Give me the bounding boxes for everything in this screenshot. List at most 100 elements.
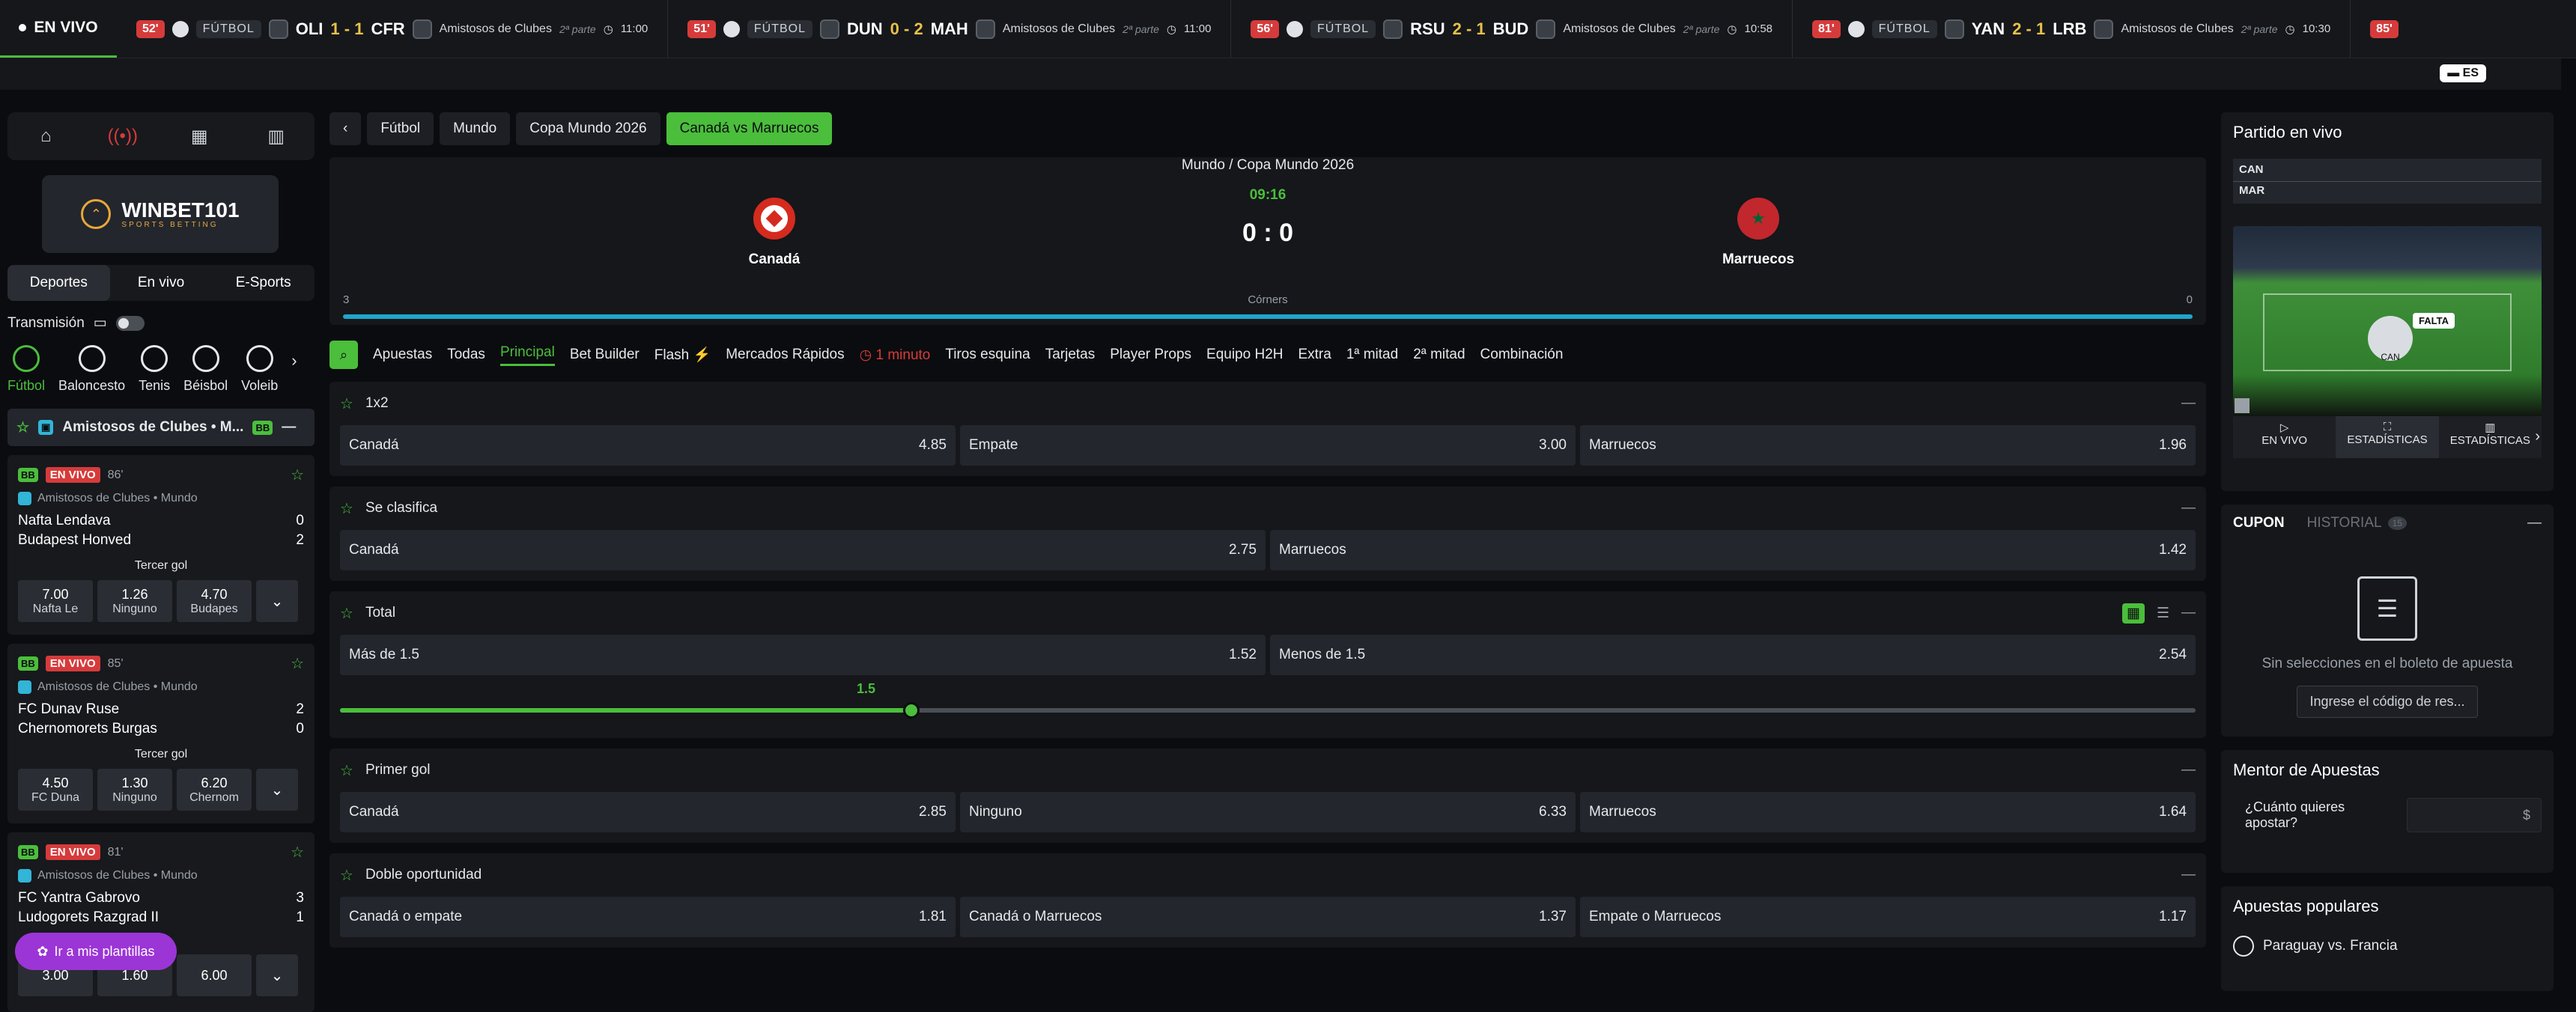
breadcrumb-competition[interactable]: Copa Mundo 2026 (516, 112, 660, 145)
tab-esports[interactable]: E-Sports (212, 265, 315, 301)
chevron-down-icon[interactable]: ⌄ (256, 580, 298, 622)
grid-view-icon[interactable]: ▦ (2122, 603, 2145, 624)
stats-icon[interactable]: ▥ (254, 126, 299, 147)
tab-player-props[interactable]: Player Props (1110, 347, 1191, 363)
star-icon[interactable]: ☆ (340, 394, 353, 413)
tab-tarjetas[interactable]: Tarjetas (1045, 347, 1096, 363)
sport-tenis[interactable]: Tenis (139, 345, 170, 394)
tab-todas[interactable]: Todas (447, 347, 485, 363)
chevron-down-icon[interactable]: ⌄ (256, 954, 298, 996)
popular-item[interactable]: Paraguay vs. Francia (2233, 936, 2542, 957)
templates-button[interactable]: ✿ Ir a mis plantillas (15, 933, 177, 970)
star-icon[interactable]: ☆ (291, 466, 304, 484)
selection-button[interactable]: Más de 1.5 1.52 (340, 635, 1266, 675)
tab-estadisticas[interactable]: ⛶ ESTADÍSTICAS (2336, 416, 2439, 458)
odd-button[interactable]: 4.70 Budapes (177, 580, 252, 622)
collapse-icon[interactable]: — (2527, 515, 2542, 531)
tab-historial[interactable]: HISTORIAL 15 (2307, 515, 2407, 531)
breadcrumb-region[interactable]: Mundo (440, 112, 511, 145)
chevron-right-icon[interactable]: › (2535, 428, 2540, 445)
tab-apuestas[interactable]: Apuestas (373, 347, 432, 363)
slider-handle[interactable] (903, 702, 920, 719)
collapse-icon[interactable]: — (2181, 500, 2196, 516)
selection-button[interactable]: Canadá 2.85 (340, 792, 956, 832)
booking-code-button[interactable]: Ingrese el código de res... (2297, 686, 2478, 718)
chevron-right-icon[interactable]: › (291, 345, 297, 371)
star-icon[interactable]: ☆ (291, 843, 304, 862)
tab-tiros-esquina[interactable]: Tiros esquina (945, 347, 1030, 363)
tab-bet-builder[interactable]: Bet Builder (570, 347, 640, 363)
collapse-icon[interactable]: — (2181, 395, 2196, 412)
scroll-handle[interactable] (2235, 398, 2250, 413)
odd-button[interactable]: 6.00 (177, 954, 252, 996)
live-ticker-tab[interactable]: EN VIVO (0, 0, 117, 58)
ticker-match[interactable]: 56' FÚTBOL RSU 2 - 1 BUD Amistosos de Cl… (1231, 0, 1793, 58)
selection-button[interactable]: Canadá 4.85 (340, 425, 956, 466)
collapse-icon[interactable]: — (2181, 605, 2196, 621)
filter-icon[interactable]: ☰ (2157, 605, 2169, 622)
tab-en-vivo[interactable]: ▷ EN VIVO (2233, 416, 2336, 458)
selection-button[interactable]: Canadá o empate 1.81 (340, 897, 956, 937)
sport-futbol[interactable]: Fútbol (7, 345, 45, 394)
tab-combinacion[interactable]: Combinación (1480, 347, 1564, 363)
search-icon[interactable]: ⌕ (329, 341, 358, 369)
sport-baloncesto[interactable]: Baloncesto (58, 345, 125, 394)
calendar-icon[interactable]: ▦ (177, 126, 222, 147)
star-icon[interactable]: ☆ (340, 604, 353, 623)
match-card[interactable]: BB EN VIVO 85' ☆ Amistosos de Clubes • Mund… (7, 644, 315, 823)
collapse-icon[interactable]: — (2181, 762, 2196, 778)
tab-en-vivo[interactable]: En vivo (110, 265, 213, 301)
star-icon[interactable]: ☆ (340, 499, 353, 518)
collapse-icon[interactable]: — (282, 419, 296, 436)
language-selector[interactable]: ▬ ES (2440, 64, 2486, 82)
star-icon[interactable]: ☆ (340, 866, 353, 885)
tab-1a-mitad[interactable]: 1ª mitad (1346, 347, 1398, 363)
stake-input[interactable]: $ (2407, 798, 2542, 832)
breadcrumb-match[interactable]: Canadá vs Marruecos (666, 112, 833, 145)
back-button[interactable]: ‹ (329, 112, 362, 145)
breadcrumb-sport[interactable]: Fútbol (367, 112, 434, 145)
tab-equipo-h2h[interactable]: Equipo H2H (1206, 347, 1283, 363)
tab-principal[interactable]: Principal (499, 344, 555, 366)
star-icon[interactable]: ☆ (16, 419, 29, 436)
total-line-slider[interactable]: 1.5 (340, 675, 2196, 728)
odd-button[interactable]: 6.20 Chernom (177, 769, 252, 811)
tab-1-minuto[interactable]: ◷ 1 minuto (860, 347, 931, 364)
chevron-down-icon[interactable]: ⌄ (256, 769, 298, 811)
ticker-match[interactable]: 81' FÚTBOL YAN 2 - 1 LRB Amistosos de Cl… (1793, 0, 2351, 58)
tab-2a-mitad[interactable]: 2ª mitad (1413, 347, 1465, 363)
tab-deportes[interactable]: Deportes (7, 265, 110, 301)
odd-button[interactable]: 1.26 Ninguno (97, 580, 172, 622)
live-broadcast-icon[interactable]: ((•)) (100, 126, 145, 147)
selection-button[interactable]: Marruecos 1.42 (1270, 530, 2196, 570)
tab-mercados-rapidos[interactable]: Mercados Rápidos (726, 347, 844, 363)
odd-button[interactable]: 7.00 Nafta Le (18, 580, 93, 622)
sport-beisbol[interactable]: Béisbol (183, 345, 228, 394)
ticker-match[interactable]: 52' FÚTBOL OLI 1 - 1 CFR Amistosos de Cl… (117, 0, 669, 58)
star-icon[interactable]: ☆ (291, 654, 304, 673)
match-card[interactable]: BB EN VIVO 86' ☆ Amistosos de Clubes • Mund… (7, 455, 315, 635)
tab-estadisticas-2[interactable]: ▥ ESTADÍSTICAS (2439, 416, 2542, 458)
match-card[interactable]: BB EN VIVO 81' ☆ Amistosos de Clubes • Mund… (7, 832, 315, 1012)
selection-button[interactable]: Marruecos 1.96 (1580, 425, 2196, 466)
odd-button[interactable]: 1.30 Ninguno (97, 769, 172, 811)
selection-button[interactable]: Canadá o Marruecos 1.37 (960, 897, 1576, 937)
brand-logo[interactable]: ⌃ WINBET101 SPORTS BETTING (42, 175, 279, 253)
tab-extra[interactable]: Extra (1298, 347, 1331, 363)
home-icon[interactable]: ⌂ (23, 126, 68, 147)
tab-cupon[interactable]: CUPON (2233, 515, 2285, 531)
selection-button[interactable]: Marruecos 1.64 (1580, 792, 2196, 832)
league-header[interactable]: ☆ ▣ Amistosos de Clubes • M... BB — (7, 409, 315, 446)
selection-button[interactable]: Empate o Marruecos 1.17 (1580, 897, 2196, 937)
selection-button[interactable]: Empate 3.00 (960, 425, 1576, 466)
sport-voleibol[interactable]: Voleib (241, 345, 278, 394)
transmission-toggle[interactable] (115, 315, 145, 331)
ticker-match[interactable]: 85' (2351, 0, 2418, 58)
selection-button[interactable]: Ninguno 6.33 (960, 792, 1576, 832)
collapse-icon[interactable]: — (2181, 867, 2196, 883)
ticker-match[interactable]: 51' FÚTBOL DUN 0 - 2 MAH Amistosos de Cl… (668, 0, 1232, 58)
star-icon[interactable]: ☆ (340, 761, 353, 780)
tab-flash[interactable]: Flash ⚡ (654, 346, 711, 364)
selection-button[interactable]: Canadá 2.75 (340, 530, 1266, 570)
odd-button[interactable]: 4.50 FC Duna (18, 769, 93, 811)
